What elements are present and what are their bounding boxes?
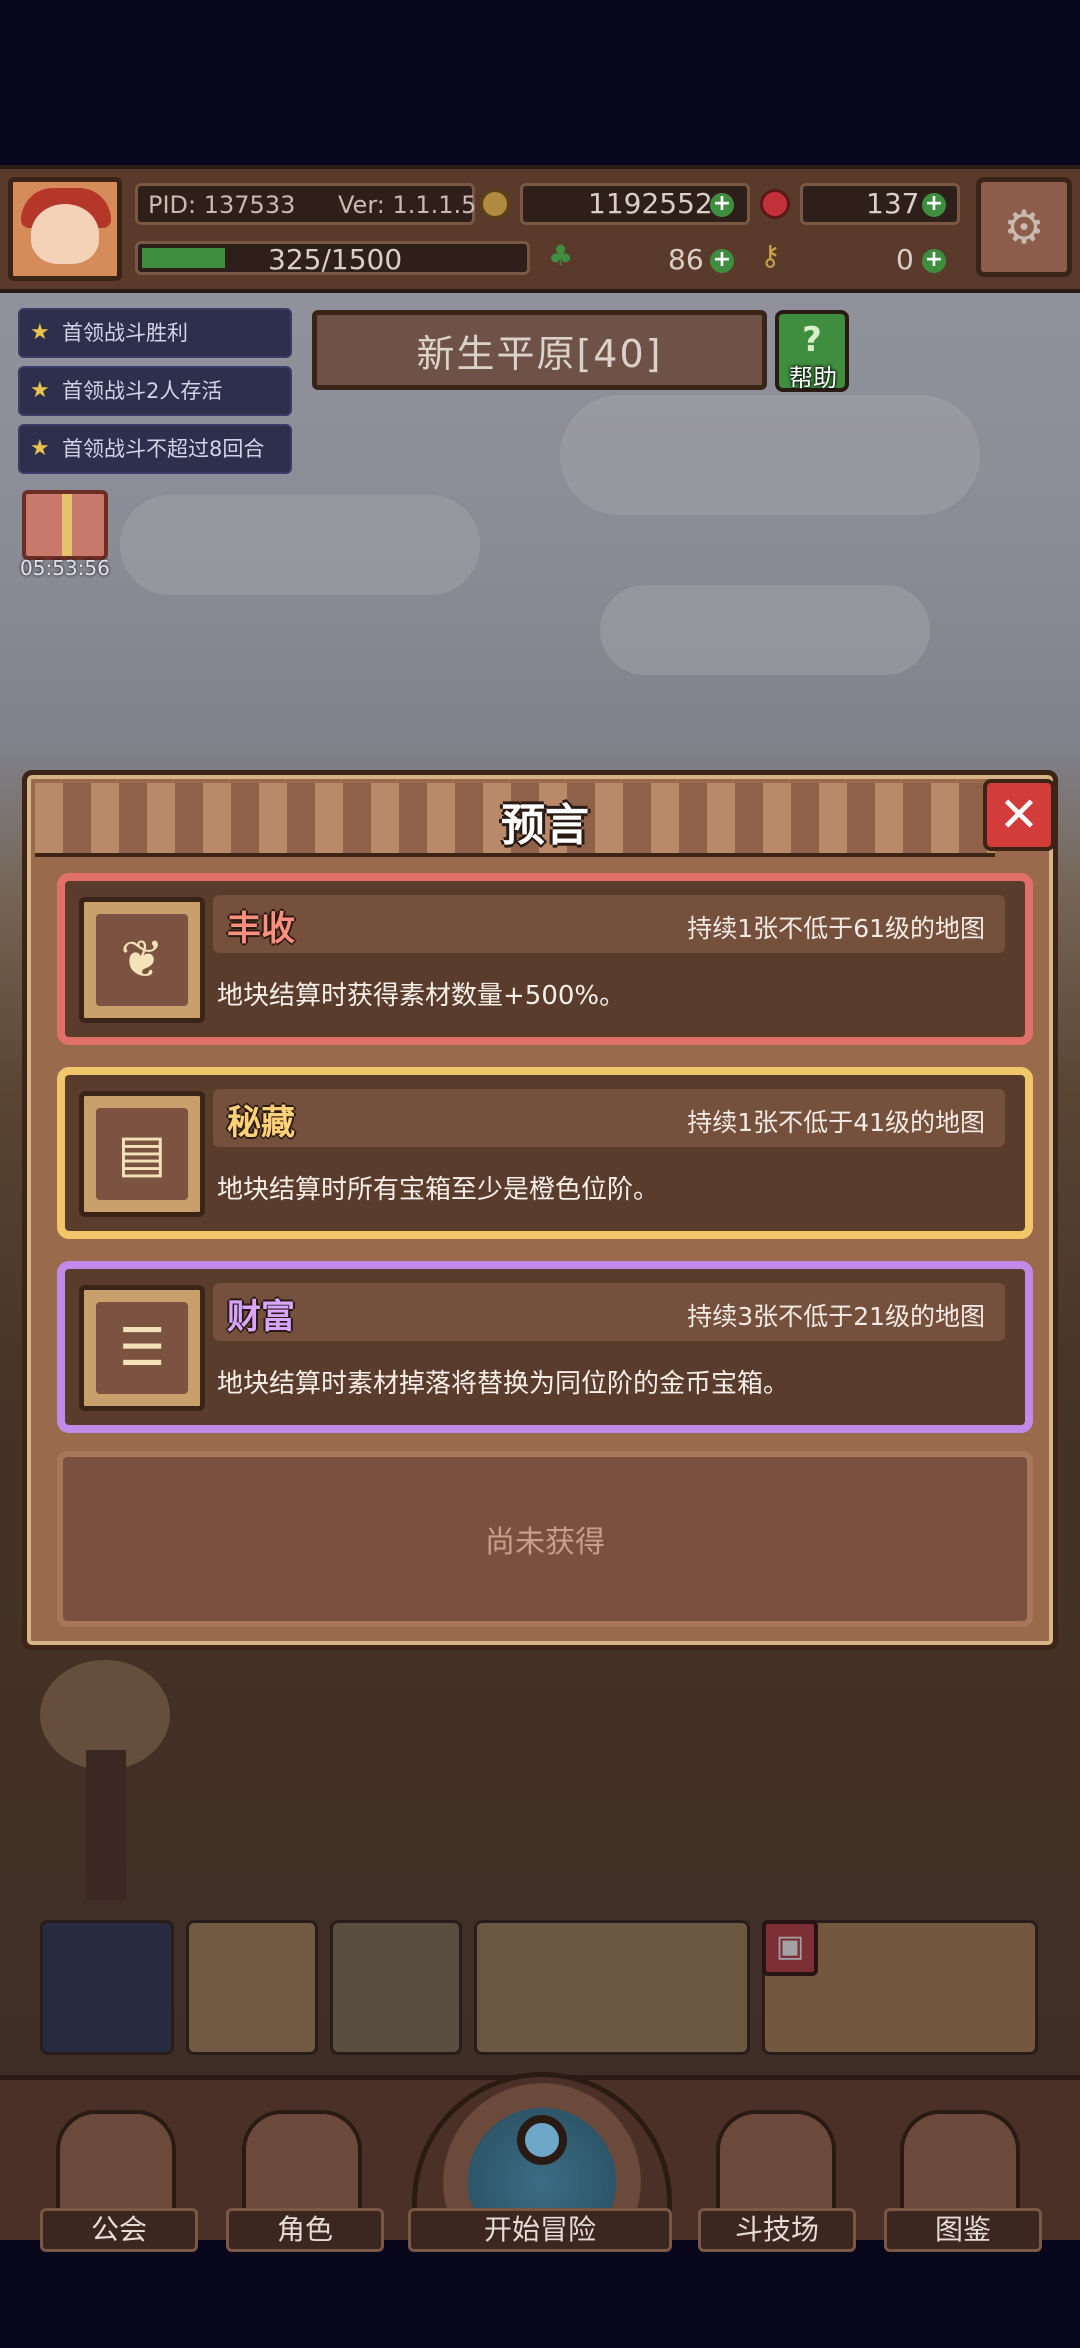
star-icon: ★ [30,436,50,461]
top-status-bar: PID: 137533 Ver: 1.1.1.5 1192552 + 137 +… [0,165,1080,293]
clover-amount: 86 [668,243,704,276]
help-label: 帮助 [789,364,837,392]
gem-amount: 137 [866,187,920,220]
character-icon[interactable] [242,2110,362,2220]
settings-button[interactable]: ⚙ [976,177,1072,277]
key-amount: 0 [896,243,914,276]
nav-character-label[interactable]: 角色 [226,2208,384,2252]
coin-icon [480,189,510,219]
card-condition: 持续1张不低于41级的地图 [687,1108,985,1137]
map-title-banner: 新生平原[40] [312,310,767,390]
nav-guild-label[interactable]: 公会 [40,2208,198,2252]
card-description: 地块结算时获得素材数量+500%。 [217,981,626,1011]
quest-label: 首领战斗不超过8回合 [62,437,265,461]
add-clover-icon[interactable]: + [710,249,734,273]
card-name: 秘藏 [227,1103,295,1143]
prophecy-card-harvest[interactable]: ❦ 丰收 持续1张不低于61级的地图 地块结算时获得素材数量+500%。 [57,873,1033,1045]
card-condition: 持续3张不低于21级的地图 [687,1302,985,1331]
map-title: 新生平原[40] [416,331,663,376]
nav-start-label[interactable]: 开始冒险 [408,2208,672,2252]
empty-slot-label: 尚未获得 [485,1525,605,1560]
card-name-bar: 丰收 持续1张不低于61级的地图 [213,895,1005,953]
clover-icon: ♣ [548,239,574,272]
close-button[interactable]: ✕ [983,779,1055,851]
add-key-icon[interactable]: + [922,249,946,273]
add-gem-icon[interactable]: + [922,193,946,217]
gear-icon: ⚙ [1003,200,1045,254]
gift-box-icon[interactable] [22,490,108,560]
star-icon: ★ [30,378,50,403]
card-icon-frame: ▤ [79,1091,205,1217]
scroll-icon: ▤ [96,1108,188,1200]
card-icon-frame: ❦ [79,897,205,1023]
add-gold-icon[interactable]: + [710,193,734,217]
nav-arena-label[interactable]: 斗技场 [698,2208,856,2252]
system-nav-area [0,2260,1080,2348]
card-description: 地块结算时素材掉落将替换为同位阶的金币宝箱。 [217,1369,790,1399]
gold-amount: 1192552 [588,187,713,220]
empty-prophecy-slot: 尚未获得 [57,1451,1033,1627]
question-icon: ? [802,320,822,360]
modal-title: 预言 [501,800,589,851]
quest-item[interactable]: ★ 首领战斗不超过8回合 [18,424,292,474]
nav-codex-label[interactable]: 图鉴 [884,2208,1042,2252]
card-name: 丰收 [227,909,295,949]
card-name-bar: 财富 持续3张不低于21级的地图 [213,1283,1005,1341]
prophecy-modal: 预言 ✕ ❦ 丰收 持续1张不低于61级的地图 地块结算时获得素材数量+500%… [22,770,1058,1650]
pid-text: PID: 137533 [148,191,296,219]
coin-stack-icon: ☰ [96,1302,188,1394]
close-icon: ✕ [998,787,1040,843]
magnifier-icon [517,2115,567,2165]
codex-icon[interactable] [900,2110,1020,2220]
card-name-bar: 秘藏 持续1张不低于41级的地图 [213,1089,1005,1147]
quest-label: 首领战斗2人存活 [62,379,223,403]
card-condition: 持续1张不低于61级的地图 [687,914,985,943]
quest-label: 首领战斗胜利 [62,321,188,345]
star-icon: ★ [30,320,50,345]
card-icon-frame: ☰ [79,1285,205,1411]
card-description: 地块结算时所有宝箱至少是橙色位阶。 [217,1175,660,1205]
prophecy-card-wealth[interactable]: ☰ 财富 持续3张不低于21级的地图 地块结算时素材掉落将替换为同位阶的金币宝箱… [57,1261,1033,1433]
guild-icon[interactable] [56,2110,176,2220]
arena-icon[interactable] [716,2110,836,2220]
key-icon: ⚷ [760,239,781,272]
card-name: 财富 [227,1297,295,1337]
harvest-icon: ❦ [96,914,188,1006]
gem-icon [760,189,790,219]
exp-text: 325/1500 [268,243,403,276]
prophecy-card-hidden-treasure[interactable]: ▤ 秘藏 持续1张不低于41级的地图 地块结算时所有宝箱至少是橙色位阶。 [57,1067,1033,1239]
quest-item[interactable]: ★ 首领战斗胜利 [18,308,292,358]
version-text: Ver: 1.1.1.5 [338,191,477,219]
player-avatar[interactable] [8,177,122,281]
quest-item[interactable]: ★ 首领战斗2人存活 [18,366,292,416]
gift-timer: 05:53:56 [20,556,110,580]
